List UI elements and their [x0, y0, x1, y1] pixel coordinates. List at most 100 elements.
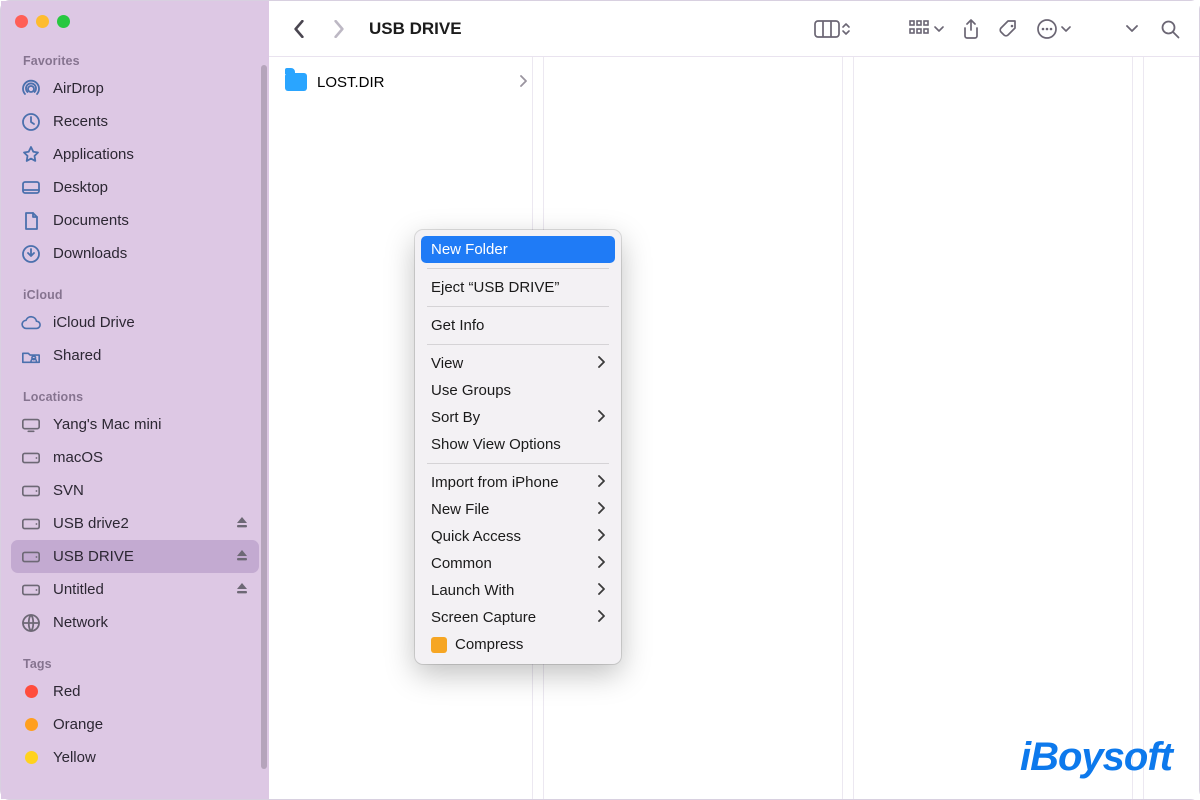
menu-item-label: Quick Access	[431, 528, 589, 545]
icloud-drive-icon	[21, 313, 41, 333]
sidebar-item-label: Network	[53, 614, 249, 631]
menu-item-quick-access[interactable]: Quick Access	[421, 523, 615, 550]
sidebar-item-macos[interactable]: macOS	[11, 441, 259, 474]
downloads-icon	[21, 244, 41, 264]
context-menu: New Folder Eject “USB DRIVE” Get Info View U…	[415, 230, 621, 664]
folder-icon	[285, 73, 307, 91]
menu-item-label: New File	[431, 501, 589, 518]
menu-item-get-info[interactable]: Get Info	[421, 312, 615, 339]
menu-item-sort-by[interactable]: Sort By	[421, 404, 615, 431]
actions-button[interactable]	[1032, 14, 1075, 44]
menu-item-import-from-iphone[interactable]: Import from iPhone	[421, 469, 615, 496]
menu-item-label: New Folder	[431, 241, 605, 258]
sidebar-scrollbar[interactable]	[261, 65, 267, 769]
sidebar-item-label: USB drive2	[53, 515, 223, 532]
sidebar-item-applications[interactable]: Applications	[11, 138, 259, 171]
menu-item-new-folder[interactable]: New Folder	[421, 236, 615, 263]
eject-icon[interactable]	[235, 581, 249, 598]
close-button[interactable]	[15, 15, 28, 28]
chevron-right-icon	[597, 529, 605, 544]
tags-button[interactable]	[994, 14, 1024, 44]
tag-dot	[21, 715, 41, 735]
search-button[interactable]	[1155, 14, 1185, 44]
chevron-right-icon	[597, 410, 605, 425]
window-title: USB DRIVE	[369, 19, 462, 39]
menu-item-label: Common	[431, 555, 589, 572]
overflow-chevron[interactable]	[1117, 14, 1147, 44]
sidebar-item-downloads[interactable]: Downloads	[11, 237, 259, 270]
sidebar-item-usb-drive2[interactable]: USB drive2	[11, 507, 259, 540]
sidebar-item-svn[interactable]: SVN	[11, 474, 259, 507]
sidebar-item-documents[interactable]: Documents	[11, 204, 259, 237]
sidebar-item-label: SVN	[53, 482, 249, 499]
menu-item-label: Use Groups	[431, 382, 605, 399]
sidebar-section-title: iCloud	[11, 270, 259, 306]
menu-item-label: Screen Capture	[431, 609, 589, 626]
sidebar-item-yellow[interactable]: Yellow	[11, 741, 259, 774]
menu-separator	[427, 306, 609, 307]
menu-item-show-view-options[interactable]: Show View Options	[421, 431, 615, 458]
sidebar-item-desktop[interactable]: Desktop	[11, 171, 259, 204]
view-columns-button[interactable]	[810, 14, 855, 44]
sidebar-item-label: Yang's Mac mini	[53, 416, 249, 433]
chevron-right-icon	[519, 74, 527, 90]
sidebar-item-shared[interactable]: Shared	[11, 339, 259, 372]
sidebar-item-label: Desktop	[53, 179, 249, 196]
menu-item-label: Eject “USB DRIVE”	[431, 279, 605, 296]
documents-icon	[21, 211, 41, 231]
sidebar-item-label: Recents	[53, 113, 249, 130]
chevron-right-icon	[597, 502, 605, 517]
menu-item-label: Compress	[455, 636, 605, 653]
sidebar: Favorites AirDrop Recents Applications Deskt…	[1, 1, 269, 799]
tag-dot	[21, 748, 41, 768]
sidebar-item-yang-s-mac-mini[interactable]: Yang's Mac mini	[11, 408, 259, 441]
sidebar-section-title: Favorites	[11, 36, 259, 72]
menu-separator	[427, 268, 609, 269]
sidebar-item-red[interactable]: Red	[11, 675, 259, 708]
sidebar-item-label: AirDrop	[53, 80, 249, 97]
menu-item-screen-capture[interactable]: Screen Capture	[421, 604, 615, 631]
sidebar-item-orange[interactable]: Orange	[11, 708, 259, 741]
column-4[interactable]	[1144, 57, 1199, 799]
group-by-button[interactable]	[905, 14, 948, 44]
sidebar-item-usb-drive[interactable]: USB DRIVE	[11, 540, 259, 573]
column-view: LOST.DIR	[269, 57, 1199, 799]
menu-item-new-file[interactable]: New File	[421, 496, 615, 523]
forward-button[interactable]	[323, 13, 355, 45]
sidebar-item-label: Applications	[53, 146, 249, 163]
menu-item-view[interactable]: View	[421, 350, 615, 377]
app-icon	[431, 637, 447, 653]
tag-dot	[21, 682, 41, 702]
sidebar-item-network[interactable]: Network	[11, 606, 259, 639]
back-button[interactable]	[283, 13, 315, 45]
volume-icon	[21, 448, 41, 468]
sidebar-section-title: Tags	[11, 639, 259, 675]
menu-item-label: View	[431, 355, 589, 372]
column-3[interactable]	[854, 57, 1144, 799]
sidebar-item-icloud-drive[interactable]: iCloud Drive	[11, 306, 259, 339]
eject-icon[interactable]	[235, 548, 249, 565]
menu-item-label: Show View Options	[431, 436, 605, 453]
eject-icon[interactable]	[235, 515, 249, 532]
sidebar-item-label: iCloud Drive	[53, 314, 249, 331]
file-row[interactable]: LOST.DIR	[269, 67, 543, 97]
applications-icon	[21, 145, 41, 165]
minimize-button[interactable]	[36, 15, 49, 28]
menu-item-label: Import from iPhone	[431, 474, 589, 491]
menu-item-launch-with[interactable]: Launch With	[421, 577, 615, 604]
menu-item-compress[interactable]: Compress	[421, 631, 615, 658]
menu-item-eject-usb-drive-[interactable]: Eject “USB DRIVE”	[421, 274, 615, 301]
sidebar-item-label: Orange	[53, 716, 249, 733]
computer-icon	[21, 415, 41, 435]
sidebar-item-label: Red	[53, 683, 249, 700]
chevron-right-icon	[597, 475, 605, 490]
shared-icon	[21, 346, 41, 366]
menu-item-use-groups[interactable]: Use Groups	[421, 377, 615, 404]
zoom-button[interactable]	[57, 15, 70, 28]
sidebar-item-label: macOS	[53, 449, 249, 466]
menu-item-common[interactable]: Common	[421, 550, 615, 577]
sidebar-item-airdrop[interactable]: AirDrop	[11, 72, 259, 105]
sidebar-item-recents[interactable]: Recents	[11, 105, 259, 138]
sidebar-item-untitled[interactable]: Untitled	[11, 573, 259, 606]
share-button[interactable]	[956, 14, 986, 44]
